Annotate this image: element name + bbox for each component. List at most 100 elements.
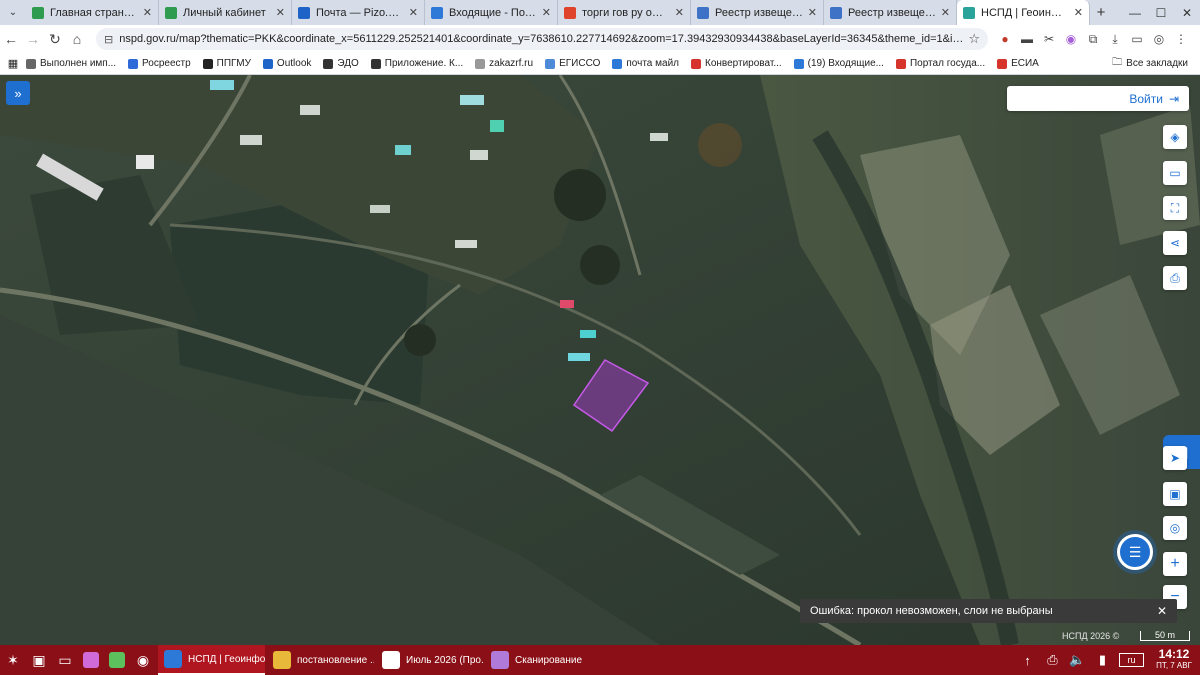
taskbar-app-label: Сканирование	[515, 654, 583, 666]
bookmark-star-icon[interactable]: ☆	[968, 31, 980, 47]
taskbar-app[interactable]: Сканирование	[485, 645, 592, 675]
start-menu-icon[interactable]: ✶	[0, 645, 26, 675]
address-bar[interactable]: ⊟ nspd.gov.ru/map?thematic=PKK&coordinat…	[96, 28, 988, 50]
file-manager-icon[interactable]: ▭	[52, 645, 78, 675]
chat-button[interactable]: ☰	[1117, 534, 1153, 570]
bookmark-item[interactable]: zakazrf.ru	[475, 58, 533, 69]
locate-button[interactable]: ➤	[1163, 446, 1187, 470]
bookmark-label: zakazrf.ru	[489, 58, 534, 69]
bookmark-label: ЭДО	[337, 58, 359, 69]
tab-title: торги гов ру официа	[582, 6, 671, 19]
tab-close-icon[interactable]: ✕	[276, 6, 285, 19]
browser-tab[interactable]: Реестр извещений ✕	[691, 0, 824, 25]
layers-button[interactable]: ◈	[1163, 125, 1187, 149]
browser-tab[interactable]: Главная страница ✕	[26, 0, 159, 25]
app-store-icon[interactable]	[78, 645, 104, 675]
bookmark-label: Outlook	[276, 58, 312, 69]
bookmark-favicon-icon	[612, 58, 623, 69]
tab-close-icon[interactable]: ✕	[542, 6, 551, 19]
close-icon[interactable]: ✕	[1157, 604, 1167, 618]
profile-icon[interactable]: ◎	[1148, 32, 1170, 46]
bookmark-item[interactable]: почта майл	[612, 58, 679, 69]
tab-close-icon[interactable]: ✕	[675, 6, 684, 19]
bookmark-label: Конвертироват...	[705, 58, 782, 69]
tab-group-icon[interactable]: ▭	[1126, 32, 1148, 46]
browser-tab[interactable]: НСПД | Геоинформа ✕	[957, 0, 1090, 25]
app-green-icon[interactable]	[104, 645, 130, 675]
apps-grid-icon[interactable]: ▦	[0, 57, 26, 70]
search-location-button[interactable]: ◎	[1163, 516, 1187, 540]
bookmark-item[interactable]: Росреестр	[128, 58, 191, 69]
tab-close-icon[interactable]: ✕	[941, 6, 950, 19]
taskbar-app[interactable]: НСПД | Геоинфо...	[158, 645, 265, 675]
bookmark-item[interactable]: Конвертироват...	[691, 58, 782, 69]
extension-dot-icon[interactable]: ◉	[1060, 32, 1082, 46]
app-circle-icon[interactable]: ◉	[130, 645, 156, 675]
volume-icon[interactable]: 🔈	[1065, 652, 1090, 668]
login-button[interactable]: Войти ⇥	[1007, 86, 1189, 111]
clock[interactable]: 14:12 ПТ, 7 АВГ	[1148, 648, 1200, 671]
tab-favicon-icon	[298, 6, 310, 19]
bookmark-item[interactable]: Outlook	[262, 58, 312, 69]
bookmark-item[interactable]: Выполнен имп...	[26, 58, 116, 69]
printer-icon[interactable]: ⎙	[1040, 652, 1065, 668]
tab-close-icon[interactable]: ✕	[808, 6, 817, 19]
new-tab-button[interactable]: +	[1090, 4, 1112, 21]
expand-panel-button[interactable]: »	[6, 81, 30, 105]
map-canvas[interactable]: Войти ⇥ » ◈ ▭ ⛶ ⋖ ⎙ ▣ ➤ ▣ ◎ + − ☰ Ошибка…	[0, 75, 1200, 645]
tab-search-chevron-icon[interactable]: ⌄	[0, 0, 26, 25]
taskbar-app[interactable]: постановление ...	[267, 645, 374, 675]
taskbar-app[interactable]: Июль 2026 (Про...	[376, 645, 483, 675]
extension-toggle-icon[interactable]: ▬	[1016, 32, 1038, 46]
extension-red-icon[interactable]: ●	[994, 32, 1016, 46]
url-text[interactable]: nspd.gov.ru/map?thematic=PKK&coordinate_…	[119, 33, 968, 45]
browser-tab[interactable]: Личный кабинет ✕	[159, 0, 292, 25]
print-button[interactable]: ⎙	[1163, 266, 1187, 290]
menu-dots-icon[interactable]: ⋮	[1170, 32, 1192, 46]
site-info-icon[interactable]: ⊟	[104, 33, 113, 46]
tab-close-icon[interactable]: ✕	[143, 6, 152, 19]
bookmark-label: ЕГИССО	[559, 58, 601, 69]
taskbar-app-label: Июль 2026 (Про...	[406, 654, 483, 666]
download-icon[interactable]: ⤓	[1104, 32, 1126, 47]
basemap-button[interactable]: ▣	[1163, 482, 1187, 506]
bookmark-item[interactable]: ЕГИССО	[545, 58, 600, 69]
battery-icon[interactable]: ▮	[1090, 652, 1115, 668]
extensions-puzzle-icon[interactable]: ⧉	[1082, 32, 1104, 47]
tab-close-icon[interactable]: ✕	[1074, 6, 1083, 19]
browser-tab[interactable]: торги гов ру официа ✕	[558, 0, 691, 25]
home-icon[interactable]: ⌂	[66, 31, 88, 47]
arrow-up-icon[interactable]: ↑	[1015, 653, 1040, 668]
all-bookmarks[interactable]: 🗀 Все закладки	[1112, 55, 1188, 72]
maximize-icon[interactable]: ☐	[1148, 6, 1174, 20]
close-window-icon[interactable]: ✕	[1174, 6, 1200, 20]
browser-tab[interactable]: Входящие - Почта M ✕	[425, 0, 558, 25]
minimize-icon[interactable]: —	[1122, 6, 1148, 20]
back-icon[interactable]: ←	[0, 31, 22, 47]
bookmark-item[interactable]: Портал госуда...	[895, 58, 985, 69]
browser-tab[interactable]: Почта — Pizo.Baltasi@ ✕	[292, 0, 425, 25]
forward-icon[interactable]: →	[22, 31, 44, 47]
bookmark-item[interactable]: ЕСИА	[997, 58, 1039, 69]
error-message: Ошибка: прокол невозможен, слои не выбра…	[810, 605, 1053, 617]
bookmark-label: (19) Входящие...	[807, 58, 884, 69]
share-button[interactable]: ⋖	[1163, 231, 1187, 255]
bookmark-item[interactable]: ЭДО	[323, 58, 359, 69]
desktop-icon[interactable]: ▣	[26, 645, 52, 675]
extension-scissors-icon[interactable]: ✂	[1038, 32, 1060, 46]
zoom-in-button[interactable]: +	[1163, 552, 1187, 576]
ruler-button[interactable]: ▭	[1163, 161, 1187, 185]
bookmark-favicon-icon	[323, 58, 334, 69]
tab-close-icon[interactable]: ✕	[409, 6, 418, 19]
bookmark-item[interactable]: ППГМУ	[202, 58, 251, 69]
language-indicator[interactable]: ru	[1119, 653, 1144, 667]
bookmark-favicon-icon	[370, 58, 381, 69]
taskbar-app-icon	[273, 651, 291, 669]
bookmark-favicon-icon	[997, 58, 1008, 69]
bookmark-item[interactable]: (19) Входящие...	[793, 58, 884, 69]
browser-tab[interactable]: Реестр извещений ✕	[824, 0, 957, 25]
bookmark-favicon-icon	[545, 58, 556, 69]
reload-icon[interactable]: ↻	[44, 31, 66, 48]
bookmark-item[interactable]: Приложение. К...	[370, 58, 463, 69]
select-area-button[interactable]: ⛶	[1163, 196, 1187, 220]
